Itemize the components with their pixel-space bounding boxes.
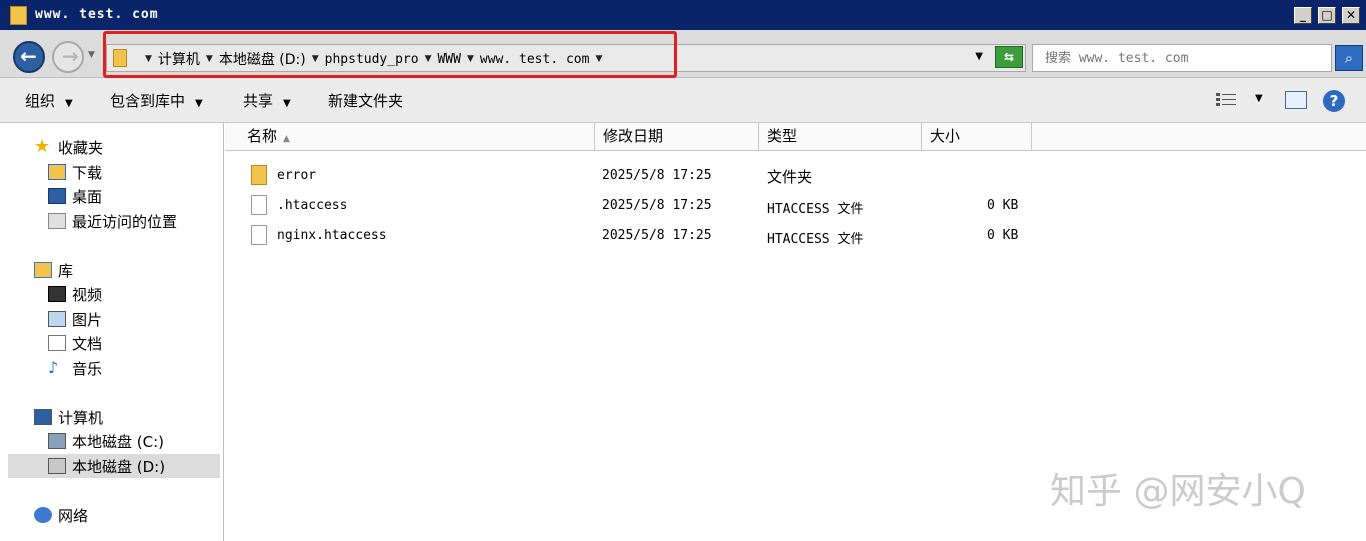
file-name: nginx.htaccess <box>277 228 387 243</box>
nav-pictures[interactable]: 图片 <box>48 307 102 331</box>
nav-label: 本地磁盘 (D:) <box>72 457 166 476</box>
nav-label: 最近访问的位置 <box>72 212 178 231</box>
file-type: HTACCESS 文件 <box>767 202 864 217</box>
nav-drive-c[interactable]: 本地磁盘 (C:) <box>48 429 164 453</box>
nav-label: 网络 <box>58 506 89 525</box>
column-header-empty <box>1032 123 1366 151</box>
nav-label: 本地磁盘 (C:) <box>72 432 164 451</box>
search-input[interactable] <box>1045 48 1325 68</box>
column-header-name[interactable]: 名称 ▲ <box>225 123 595 151</box>
nav-favorites[interactable]: ★ 收藏夹 <box>34 135 103 159</box>
computer-icon <box>34 409 52 425</box>
file-size: 0 KB <box>987 198 1019 213</box>
folder-icon <box>10 6 27 25</box>
nav-drive-d[interactable]: 本地磁盘 (D:) <box>8 454 220 478</box>
nav-recent[interactable]: 最近访问的位置 <box>48 209 177 233</box>
chevron-down-icon: ▼ <box>283 98 291 109</box>
column-header-modified[interactable]: 修改日期 <box>595 123 759 151</box>
column-header-type[interactable]: 类型 <box>759 123 922 151</box>
file-name: error <box>277 168 317 183</box>
table-row[interactable]: error 2025/5/8 17:25 文件夹 <box>225 161 1366 189</box>
close-button[interactable]: ✕ <box>1342 7 1360 24</box>
desktop-icon <box>48 188 66 204</box>
minimize-button[interactable]: _ <box>1294 7 1312 24</box>
address-highlight-box <box>103 31 677 78</box>
navigation-pane: ★ 收藏夹 下载 桌面 最近访问的位置 库 视频 图片 文档 ♪ 音乐 计算机 本地… <box>0 123 224 541</box>
chevron-down-icon: ▼ <box>195 98 203 109</box>
window-title: www. test. com <box>35 7 159 22</box>
nav-label: 音乐 <box>72 359 103 378</box>
search-box[interactable] <box>1032 44 1332 72</box>
nav-libraries[interactable]: 库 <box>34 258 73 282</box>
column-header-size[interactable]: 大小 <box>922 123 1032 151</box>
new-folder-button[interactable]: 新建文件夹 <box>328 90 403 111</box>
file-size: 0 KB <box>987 228 1019 243</box>
nav-desktop[interactable]: 桌面 <box>48 184 102 208</box>
preview-pane-icon[interactable] <box>1285 91 1307 109</box>
address-dropdown-icon[interactable]: ▼ <box>975 51 983 62</box>
nav-videos[interactable]: 视频 <box>48 282 102 306</box>
nav-label: 计算机 <box>58 408 104 427</box>
nav-label: 下载 <box>72 163 103 182</box>
back-button[interactable]: ← <box>13 41 45 73</box>
file-modified: 2025/5/8 17:25 <box>602 168 712 183</box>
folder-icon <box>251 165 267 185</box>
nav-label: 图片 <box>72 310 103 329</box>
command-bar: 组织 ▼ 包含到库中 ▼ 共享 ▼ 新建文件夹 ▼ ? <box>0 78 1366 123</box>
organize-button[interactable]: 组织 ▼ <box>25 90 73 111</box>
sort-up-icon: ▲ <box>283 134 290 144</box>
file-icon <box>251 225 267 245</box>
chevron-down-icon: ▼ <box>65 98 73 109</box>
title-bar: www. test. com _ □ ✕ <box>0 0 1366 30</box>
music-icon: ♪ <box>48 358 59 377</box>
nav-label: 桌面 <box>72 187 103 206</box>
file-modified: 2025/5/8 17:25 <box>602 198 712 213</box>
view-options-icon[interactable] <box>1216 91 1238 107</box>
file-type: HTACCESS 文件 <box>767 232 864 247</box>
video-icon <box>48 286 66 302</box>
refresh-button[interactable]: ⇆ <box>995 46 1023 68</box>
maximize-button[interactable]: □ <box>1318 7 1336 24</box>
help-icon[interactable]: ? <box>1323 90 1345 112</box>
forward-arrow-icon: → <box>62 44 79 68</box>
nav-label: 库 <box>58 261 74 280</box>
nav-downloads[interactable]: 下载 <box>48 160 102 184</box>
file-name: .htaccess <box>277 198 348 213</box>
view-dropdown-icon[interactable]: ▼ <box>1255 93 1263 104</box>
include-library-label: 包含到库中 <box>110 92 186 110</box>
nav-network[interactable]: 网络 <box>34 503 88 527</box>
include-library-button[interactable]: 包含到库中 ▼ <box>110 90 203 111</box>
file-modified: 2025/5/8 17:25 <box>602 228 712 243</box>
nav-label: 收藏夹 <box>58 138 104 157</box>
forward-button[interactable]: → <box>52 41 84 73</box>
file-type: 文件夹 <box>767 168 813 186</box>
search-icon[interactable]: ⌕ <box>1335 45 1363 71</box>
drive-icon <box>48 458 66 474</box>
downloads-icon <box>48 164 66 180</box>
nav-documents[interactable]: 文档 <box>48 331 102 355</box>
file-icon <box>251 195 267 215</box>
share-button[interactable]: 共享 ▼ <box>243 90 291 111</box>
star-icon: ★ <box>34 136 51 157</box>
table-row[interactable]: .htaccess 2025/5/8 17:25 HTACCESS 文件 0 K… <box>225 191 1366 219</box>
organize-label: 组织 <box>25 92 56 110</box>
column-name-label: 名称 <box>247 127 278 145</box>
library-icon <box>34 262 52 278</box>
document-icon <box>48 335 66 351</box>
watermark: 知乎 @网安小Q <box>1050 471 1306 512</box>
nav-music[interactable]: ♪ 音乐 <box>48 356 102 380</box>
nav-computer[interactable]: 计算机 <box>34 405 103 429</box>
picture-icon <box>48 311 66 327</box>
drive-icon <box>48 433 66 449</box>
history-dropdown-icon[interactable]: ▼ <box>88 50 95 60</box>
back-arrow-icon: ← <box>20 44 37 68</box>
nav-label: 视频 <box>72 285 103 304</box>
network-icon <box>34 507 52 523</box>
share-label: 共享 <box>243 92 274 110</box>
recent-places-icon <box>48 213 66 229</box>
table-row[interactable]: nginx.htaccess 2025/5/8 17:25 HTACCESS 文… <box>225 221 1366 249</box>
nav-label: 文档 <box>72 334 103 353</box>
